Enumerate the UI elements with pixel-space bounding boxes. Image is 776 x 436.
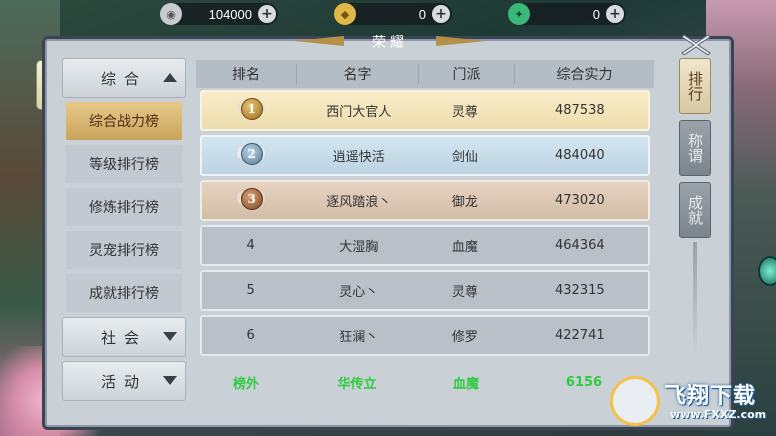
add-silver-button[interactable]: + <box>258 5 276 23</box>
nav-group-label: 活动 <box>100 372 147 391</box>
power-cell: 487538 <box>555 103 605 118</box>
currency-gold: ◆ 0 + <box>334 3 452 25</box>
name-cell: 大湿胸 <box>339 240 379 255</box>
sect-cell: 御龙 <box>451 195 478 210</box>
power-cell: 432315 <box>555 283 605 298</box>
table-row[interactable]: 5 灵心丶 灵尊 432315 <box>200 270 650 311</box>
name-cell: 逐风踏浪丶 <box>326 195 392 210</box>
watermark: 飞翔下载 www.FXXZ.com <box>606 372 776 436</box>
rank-cell: 1 <box>202 96 299 126</box>
rank-cell: 4 <box>246 238 255 253</box>
currency-silver-value: 104000 <box>208 6 252 22</box>
watermark-logo-icon <box>610 376 660 426</box>
sect-cell: 灵尊 <box>451 105 478 120</box>
tab-achievements[interactable]: 成就 <box>679 182 711 238</box>
watermark-title: 飞翔下载 <box>664 384 757 409</box>
header-power: 综合实力 <box>514 64 654 84</box>
close-icon <box>681 34 711 56</box>
name-cell: 西门大官人 <box>326 105 392 120</box>
my-name: 华传立 <box>337 376 377 392</box>
currency-jade-value: 0 <box>592 6 600 22</box>
sect-cell: 剑仙 <box>451 150 478 165</box>
jade-icon: ✦ <box>508 3 530 25</box>
add-jade-button[interactable]: + <box>606 5 624 23</box>
nav-item-level[interactable]: 等级排行榜 <box>66 145 182 183</box>
nav-group-general[interactable]: 综合 <box>62 58 186 98</box>
nav-group-label: 综合 <box>100 69 147 88</box>
currency-jade: ✦ 0 + <box>508 3 626 25</box>
title-wing-right-icon <box>436 36 486 46</box>
rank-cell: 5 <box>246 283 255 298</box>
name-cell: 灵心丶 <box>339 285 379 300</box>
nav-item-combat-power[interactable]: 综合战力榜 <box>66 102 182 140</box>
pendant-decoration <box>693 242 697 352</box>
bronze-medal-icon: 3 <box>236 186 265 212</box>
table-row[interactable]: 3 逐风踏浪丶 御龙 473020 <box>200 180 650 221</box>
nav-item-cultivation[interactable]: 修炼排行榜 <box>66 188 182 226</box>
table-header: 排名 名字 门派 综合实力 <box>196 60 654 88</box>
my-rank-row: 榜外 华传立 血魔 6156 <box>196 368 654 396</box>
gold-ingot-icon: ◆ <box>334 3 356 25</box>
close-button[interactable] <box>676 33 716 56</box>
table-row[interactable]: 1 西门大官人 灵尊 487538 <box>200 90 650 131</box>
rank-cell: 2 <box>202 141 299 171</box>
ranking-category-nav: 综合 综合战力榜 等级排行榜 修炼排行榜 灵宠排行榜 成就排行榜 社会 活动 <box>62 58 186 405</box>
tab-titles[interactable]: 称谓 <box>679 120 711 176</box>
table-row[interactable]: 4 大湿胸 血魔 464364 <box>200 225 650 266</box>
chevron-down-icon <box>163 376 177 385</box>
silver-coin-icon: ◉ <box>160 3 182 25</box>
name-cell: 逍遥快活 <box>332 150 385 165</box>
chevron-up-icon <box>163 73 177 82</box>
watermark-url: www.FXXZ.com <box>670 408 767 421</box>
power-cell: 464364 <box>555 238 605 253</box>
my-sect: 血魔 <box>452 376 479 392</box>
table-row[interactable]: 2 逍遥快活 剑仙 484040 <box>200 135 650 176</box>
name-cell: 狂澜丶 <box>339 330 379 345</box>
panel-title-bar: 荣耀 <box>290 30 490 52</box>
skill-orb-icon[interactable] <box>758 256 776 286</box>
header-rank: 排名 <box>232 67 260 83</box>
power-cell: 422741 <box>555 328 605 343</box>
side-tabs: 排行 称谓 成就 <box>676 58 714 352</box>
add-gold-button[interactable]: + <box>432 5 450 23</box>
rank-cell: 6 <box>246 328 255 343</box>
currency-silver: ◉ 104000 + <box>160 3 278 25</box>
sect-cell: 修罗 <box>451 330 478 345</box>
ranking-table: 排名 名字 门派 综合实力 1 西门大官人 灵尊 487538 2 逍遥快活 剑… <box>196 60 654 360</box>
power-cell: 473020 <box>555 193 605 208</box>
header-sect: 门派 <box>418 64 514 84</box>
chevron-down-icon <box>163 332 177 341</box>
nav-item-achievement[interactable]: 成就排行榜 <box>66 274 182 312</box>
currency-gold-value: 0 <box>418 6 426 22</box>
table-row[interactable]: 6 狂澜丶 修罗 422741 <box>200 315 650 356</box>
my-rank: 榜外 <box>232 376 259 392</box>
header-name: 名字 <box>296 64 418 84</box>
nav-group-social[interactable]: 社会 <box>62 317 186 357</box>
rank-cell: 3 <box>202 186 299 216</box>
sect-cell: 灵尊 <box>451 285 478 300</box>
silver-medal-icon: 2 <box>236 141 265 167</box>
sect-cell: 血魔 <box>451 240 478 255</box>
nav-group-label: 社会 <box>100 328 147 347</box>
tab-ranking[interactable]: 排行 <box>679 58 711 114</box>
power-cell: 484040 <box>555 148 605 163</box>
nav-item-pet[interactable]: 灵宠排行榜 <box>66 231 182 269</box>
nav-group-activity[interactable]: 活动 <box>62 361 186 401</box>
gold-medal-icon: 1 <box>236 96 265 122</box>
